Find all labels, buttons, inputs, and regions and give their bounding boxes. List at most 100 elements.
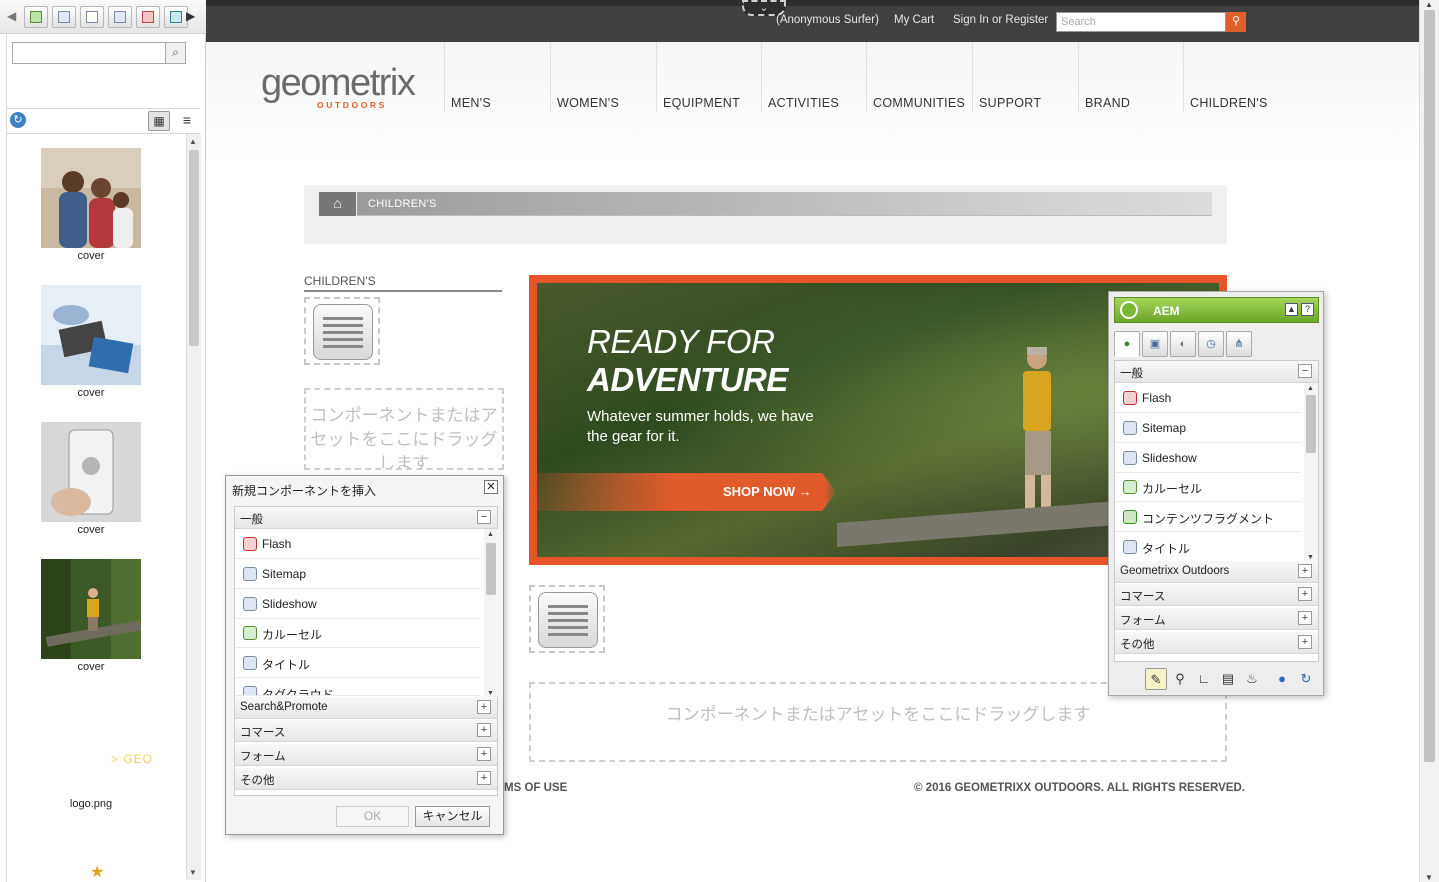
- component-list-scrollbar[interactable]: ▲ ▼: [484, 529, 498, 697]
- scroll-up-icon[interactable]: ▲: [1307, 385, 1314, 392]
- my-cart-link[interactable]: My Cart: [894, 14, 934, 26]
- breadcrumb-current[interactable]: CHILDREN'S: [368, 198, 437, 210]
- component-carousel[interactable]: カルーセル: [1115, 472, 1301, 502]
- properties-icon[interactable]: ▤: [1217, 668, 1239, 690]
- asset-item[interactable]: cover: [6, 408, 186, 538]
- group-general[interactable]: 一般 −: [1115, 361, 1318, 383]
- close-icon[interactable]: ✕: [484, 480, 498, 494]
- expand-icon[interactable]: +: [1298, 635, 1312, 649]
- group-forms[interactable]: フォーム +: [1115, 608, 1318, 630]
- edit-mode-icon[interactable]: ✎: [1145, 668, 1167, 690]
- collapse-icon[interactable]: −: [1298, 364, 1312, 378]
- component-title[interactable]: タイトル: [235, 648, 481, 678]
- scrollbar-thumb[interactable]: [189, 150, 199, 346]
- page-tab[interactable]: ▣: [1142, 331, 1168, 357]
- component-flash[interactable]: Flash: [1115, 383, 1301, 413]
- sidekick-header[interactable]: AEM ▲ ?: [1114, 297, 1319, 323]
- shop-now-button[interactable]: SHOP NOW →: [537, 473, 837, 511]
- group-other[interactable]: その他 +: [235, 768, 497, 790]
- nav-item-equipment[interactable]: EQUIPMENT: [656, 42, 761, 112]
- component-sitemap[interactable]: Sitemap: [1115, 413, 1301, 443]
- asset-item[interactable]: > GEO logo.png: [6, 682, 186, 812]
- list-component-placeholder[interactable]: [529, 585, 605, 653]
- group-commerce[interactable]: コマース +: [235, 720, 497, 742]
- site-logo[interactable]: geometrix OUTDOORS: [261, 64, 416, 110]
- versioning-tab[interactable]: ◷: [1198, 331, 1224, 357]
- list-view-icon[interactable]: ≡: [176, 111, 198, 131]
- nav-item-activities[interactable]: ACTIVITIES: [761, 42, 866, 112]
- component-content-fragment[interactable]: コンテンツフラグメント: [1115, 502, 1301, 532]
- anonymous-surfer-link[interactable]: (Anonymous Surfer): [776, 14, 879, 26]
- help-icon[interactable]: ?: [1301, 303, 1314, 316]
- scroll-down-icon[interactable]: ▼: [487, 690, 494, 697]
- component-carousel[interactable]: カルーセル: [235, 618, 481, 648]
- refresh-icon[interactable]: ↻: [10, 112, 26, 128]
- products-tab[interactable]: [164, 6, 188, 28]
- grid-view-icon[interactable]: ▦: [148, 111, 170, 131]
- asset-item[interactable]: cover: [6, 134, 186, 264]
- sidebar-drop-zone[interactable]: コンポーネントまたはアセットをここにドラッグします: [304, 388, 504, 470]
- design-mode-icon[interactable]: ∟: [1193, 668, 1215, 690]
- asset-item[interactable]: cover: [6, 271, 186, 401]
- list-component-placeholder[interactable]: [304, 297, 380, 365]
- nav-item-mens[interactable]: MEN'S: [444, 42, 550, 112]
- expand-icon[interactable]: +: [477, 771, 491, 785]
- component-tag-cloud[interactable]: タグクラウド: [235, 678, 481, 696]
- ok-button[interactable]: OK: [336, 806, 409, 827]
- expand-icon[interactable]: +: [477, 723, 491, 737]
- workflow-tab[interactable]: ⋔: [1226, 331, 1252, 357]
- expand-icon[interactable]: +: [1298, 611, 1312, 625]
- expand-icon[interactable]: +: [477, 700, 491, 714]
- collapse-icon[interactable]: −: [477, 510, 491, 524]
- component-slideshow[interactable]: Slideshow: [235, 589, 481, 619]
- pages-tab[interactable]: [80, 6, 104, 28]
- documents-tab[interactable]: [52, 6, 76, 28]
- group-forms[interactable]: フォーム +: [235, 744, 497, 766]
- scroll-up-icon[interactable]: ▲: [189, 137, 197, 146]
- component-sitemap[interactable]: Sitemap: [235, 559, 481, 589]
- scroll-up-icon[interactable]: ▲: [1425, 0, 1433, 9]
- asset-item[interactable]: cover: [6, 545, 186, 675]
- components-tab[interactable]: ●: [1114, 331, 1140, 357]
- website-admin-icon[interactable]: ●: [1271, 668, 1293, 690]
- workflow-icon[interactable]: ♨: [1241, 668, 1263, 690]
- scroll-down-icon[interactable]: ▼: [1307, 554, 1314, 561]
- sidekick-list-scrollbar[interactable]: ▲ ▼: [1304, 383, 1318, 561]
- scroll-up-icon[interactable]: ▲: [487, 531, 494, 538]
- nav-item-womens[interactable]: WOMEN'S: [550, 42, 656, 112]
- site-search-input[interactable]: Search: [1056, 12, 1226, 32]
- movies-tab[interactable]: [136, 6, 160, 28]
- terms-link[interactable]: MS OF USE: [504, 782, 567, 794]
- nav-item-brand[interactable]: BRAND: [1078, 42, 1183, 112]
- component-slideshow[interactable]: Slideshow: [1115, 443, 1301, 473]
- component-flash[interactable]: Flash: [235, 529, 481, 559]
- expand-icon[interactable]: +: [1298, 587, 1312, 601]
- group-general[interactable]: 一般 −: [235, 507, 497, 529]
- scrollbar-thumb[interactable]: [1424, 10, 1435, 762]
- nav-item-communities[interactable]: COMMUNITIES: [866, 42, 972, 112]
- page-scrollbar[interactable]: ▲ ▼: [1419, 0, 1439, 882]
- group-commerce[interactable]: コマース +: [1115, 584, 1318, 606]
- scroll-right-icon[interactable]: ▶: [186, 9, 195, 23]
- finder-scrollbar[interactable]: ▲ ▼: [186, 134, 201, 880]
- scrollbar-thumb[interactable]: [1306, 395, 1316, 453]
- information-tab[interactable]: ◐: [1170, 331, 1196, 357]
- nav-item-childrens[interactable]: CHILDREN'S: [1183, 42, 1293, 112]
- sign-in-link[interactable]: Sign In or Register: [953, 14, 1048, 26]
- scrollbar-thumb[interactable]: [486, 543, 496, 595]
- expand-icon[interactable]: +: [477, 747, 491, 761]
- refresh-icon[interactable]: ↻: [1295, 668, 1317, 690]
- cancel-button[interactable]: キャンセル: [415, 806, 490, 827]
- nav-item-support[interactable]: SUPPORT: [972, 42, 1078, 112]
- expand-icon[interactable]: +: [1298, 564, 1312, 578]
- scroll-down-icon[interactable]: ▼: [189, 868, 197, 877]
- group-geometrixx-outdoors[interactable]: Geometrixx Outdoors +: [1115, 561, 1318, 583]
- group-other[interactable]: その他 +: [1115, 632, 1318, 654]
- group-search-promote[interactable]: Search&Promote +: [235, 697, 497, 719]
- images-tab[interactable]: [24, 6, 48, 28]
- scroll-down-icon[interactable]: ▼: [1425, 873, 1433, 882]
- paragraphs-tab[interactable]: [108, 6, 132, 28]
- scroll-left-icon[interactable]: ◀: [7, 9, 16, 23]
- minimize-icon[interactable]: ▲: [1285, 303, 1298, 316]
- search-icon[interactable]: ⚲: [1226, 12, 1246, 32]
